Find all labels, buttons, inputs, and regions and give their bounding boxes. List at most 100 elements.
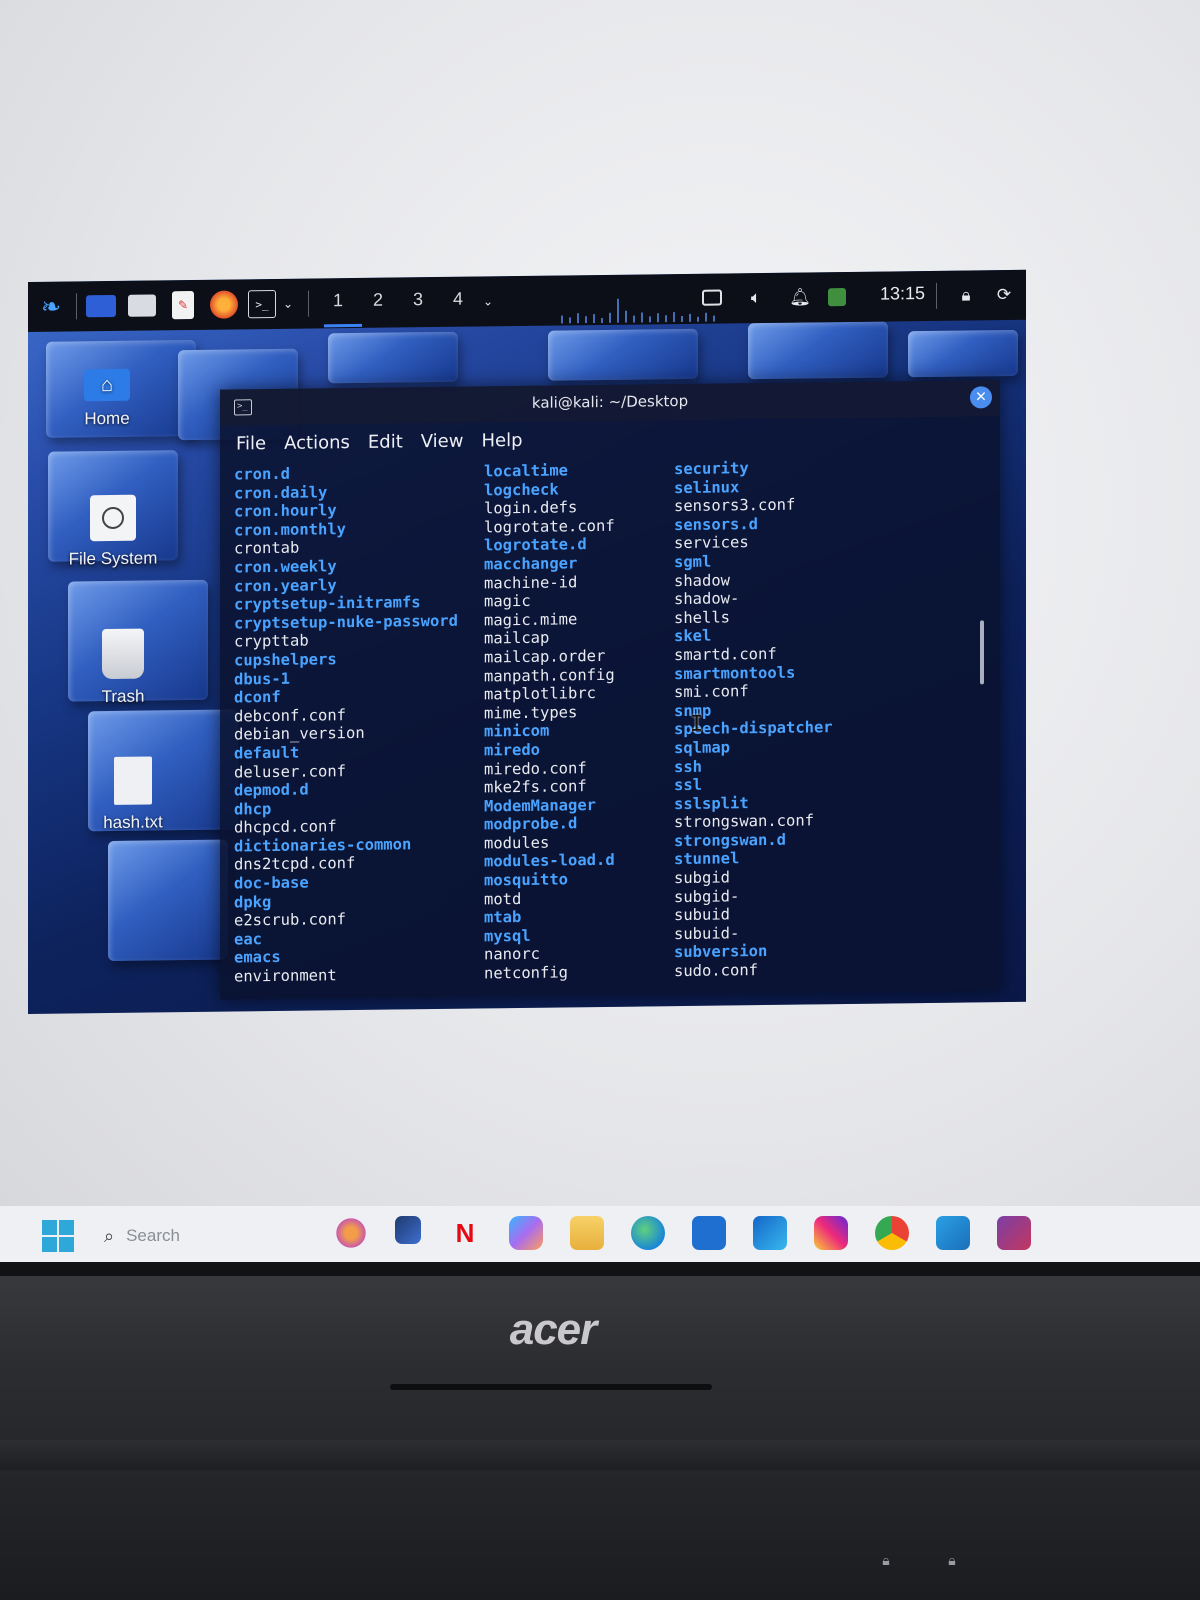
file-entry: shadow- (674, 589, 740, 609)
laptop-screen-edge (0, 1262, 1200, 1276)
chevron-down-icon[interactable]: ⌄ (280, 290, 296, 318)
terminal-icon[interactable]: >_ (248, 289, 276, 319)
lock-icon[interactable]: 🔒︎ (952, 281, 980, 309)
active-workspace-indicator (324, 323, 362, 328)
text-editor-icon[interactable]: ✎ (172, 290, 194, 320)
workspace-3[interactable]: 3 (404, 289, 432, 310)
windows-taskbar: ⌕ Search N (0, 1206, 1200, 1262)
desktop-icon-hash-txt[interactable]: hash.txt (78, 756, 188, 833)
file-entry: logrotate.conf (484, 516, 615, 537)
directory-entry: modprobe.d (484, 814, 578, 834)
volume-icon[interactable]: 🔈︎ (742, 284, 770, 312)
directory-entry: skel (674, 626, 712, 646)
file-entry: machine-id (484, 572, 578, 592)
wallpaper-cube (548, 328, 698, 381)
display-icon[interactable] (702, 289, 722, 306)
windows-search-box[interactable]: ⌕ Search (104, 1222, 304, 1250)
copilot-icon[interactable] (509, 1216, 543, 1250)
menu-view[interactable]: View (421, 431, 464, 453)
desktop-icon-label: File System (68, 548, 158, 569)
directory-entry: stunnel (674, 849, 740, 869)
drive-icon (90, 494, 136, 542)
files-icon[interactable] (395, 1216, 421, 1244)
directory-entry: macchanger (484, 554, 578, 574)
menu-file[interactable]: File (236, 433, 266, 454)
file-entry: magic (484, 592, 531, 611)
folder-icon[interactable] (570, 1216, 604, 1250)
file-entry: modules (484, 833, 550, 853)
desktop-icon-home[interactable]: ⌂ Home (52, 368, 162, 429)
directory-entry: logcheck (484, 480, 559, 500)
directory-entry: mosquitto (484, 870, 568, 890)
num-lock-indicator-icon: 🔒︎ (948, 1553, 956, 1569)
edge-icon[interactable] (631, 1216, 665, 1250)
file-entry: subuid- (674, 924, 740, 943)
kali-desktop: ❧ ✎ >_ ⌄ 1 2 3 4 ⌄ 🔈︎ 🔔︎ 13:15 🔒︎ ⟳ ⌂ Ho… (28, 269, 1026, 1014)
acer-logo: acer (509, 1305, 598, 1354)
desktop-icon-label: Trash (101, 686, 145, 707)
file-entry: login.defs (484, 498, 578, 518)
outlook-icon[interactable] (753, 1216, 787, 1250)
text-file-icon (114, 756, 152, 805)
i-beam-cursor: I (690, 711, 704, 737)
taskbar-pinned-apps: N (334, 1216, 1031, 1256)
workspace-1[interactable]: 1 (324, 290, 352, 311)
directory-entry: security (674, 459, 749, 479)
file-entry: nanorc (484, 945, 540, 964)
bell-icon[interactable]: 🔔︎ (786, 283, 814, 311)
chrome-icon[interactable] (875, 1216, 909, 1250)
desktop-icon-file-system[interactable]: File System (58, 494, 168, 569)
directory-entry: subversion (674, 942, 768, 962)
directory-entry: miredo (484, 740, 540, 760)
file-manager-icon[interactable] (128, 294, 156, 317)
menu-actions[interactable]: Actions (284, 432, 350, 454)
kali-menu-icon[interactable]: ❧ (34, 290, 68, 324)
listing-column-1: cron.d cron.daily cron.hourly cron.monthly c… (234, 463, 458, 986)
directory-entry: minicom (484, 721, 550, 741)
netflix-icon[interactable]: N (448, 1216, 482, 1250)
battery-icon[interactable] (828, 288, 846, 307)
file-entry: mailcap (484, 628, 550, 648)
panel-separator (936, 282, 937, 309)
directory-entry: mtab (484, 908, 522, 927)
store-icon[interactable] (692, 1216, 726, 1250)
terminal-output[interactable]: cron.d cron.daily cron.hourly cron.monthly c… (234, 456, 974, 995)
directory-entry: ModemManager (484, 795, 596, 816)
directory-entry: mysql (484, 926, 531, 946)
desktop-icon[interactable] (86, 294, 116, 318)
directory-entry: selinux (674, 477, 740, 497)
desktop-icon-label: hash.txt (103, 812, 163, 833)
file-entry: services (674, 533, 749, 553)
windows-start-icon[interactable] (42, 1220, 74, 1252)
panel-separator (76, 293, 77, 320)
menu-help[interactable]: Help (481, 430, 522, 452)
directory-entry: ssl (674, 775, 702, 795)
file-entry: environment (234, 966, 337, 986)
menu-edit[interactable]: Edit (368, 431, 403, 452)
panel-clock[interactable]: 13:15 (880, 283, 925, 305)
desktop-icon-label: Home (84, 408, 130, 429)
file-entry: sensors3.conf (674, 495, 796, 516)
trash-icon (102, 628, 144, 680)
firefox-icon[interactable] (210, 290, 238, 319)
copilot-flower-icon[interactable] (334, 1216, 368, 1250)
virtualbox-icon[interactable] (997, 1216, 1031, 1250)
laptop-hinge (390, 1384, 712, 1390)
power-icon[interactable]: ⟳ (990, 281, 1018, 309)
file-entry: subgid- (674, 886, 740, 906)
instagram-icon[interactable] (814, 1216, 848, 1250)
directory-entry: cryptsetup-nuke-password (234, 611, 458, 633)
workspace-4[interactable]: 4 (444, 289, 472, 310)
listing-column-2: localtime logcheck login.defs logrotate.con… (484, 461, 615, 983)
desktop-icon-trash[interactable]: Trash (68, 628, 178, 707)
directory-entry: sensors.d (674, 514, 758, 534)
file-entry: shadow (674, 570, 730, 590)
terminal-titlebar[interactable]: >_ kali@kali: ~/Desktop ✕ (220, 380, 1000, 426)
workspace-chevron-down-icon[interactable]: ⌄ (480, 287, 496, 315)
workspace-2[interactable]: 2 (364, 290, 392, 311)
terminal-window[interactable]: >_ kali@kali: ~/Desktop ✕ File Actions E… (220, 380, 1000, 1000)
terminal-scrollbar[interactable] (980, 620, 984, 685)
file-entry: mailcap.order (484, 646, 606, 667)
file-entry: smi.conf (674, 682, 749, 702)
vscode-icon[interactable] (936, 1216, 970, 1250)
